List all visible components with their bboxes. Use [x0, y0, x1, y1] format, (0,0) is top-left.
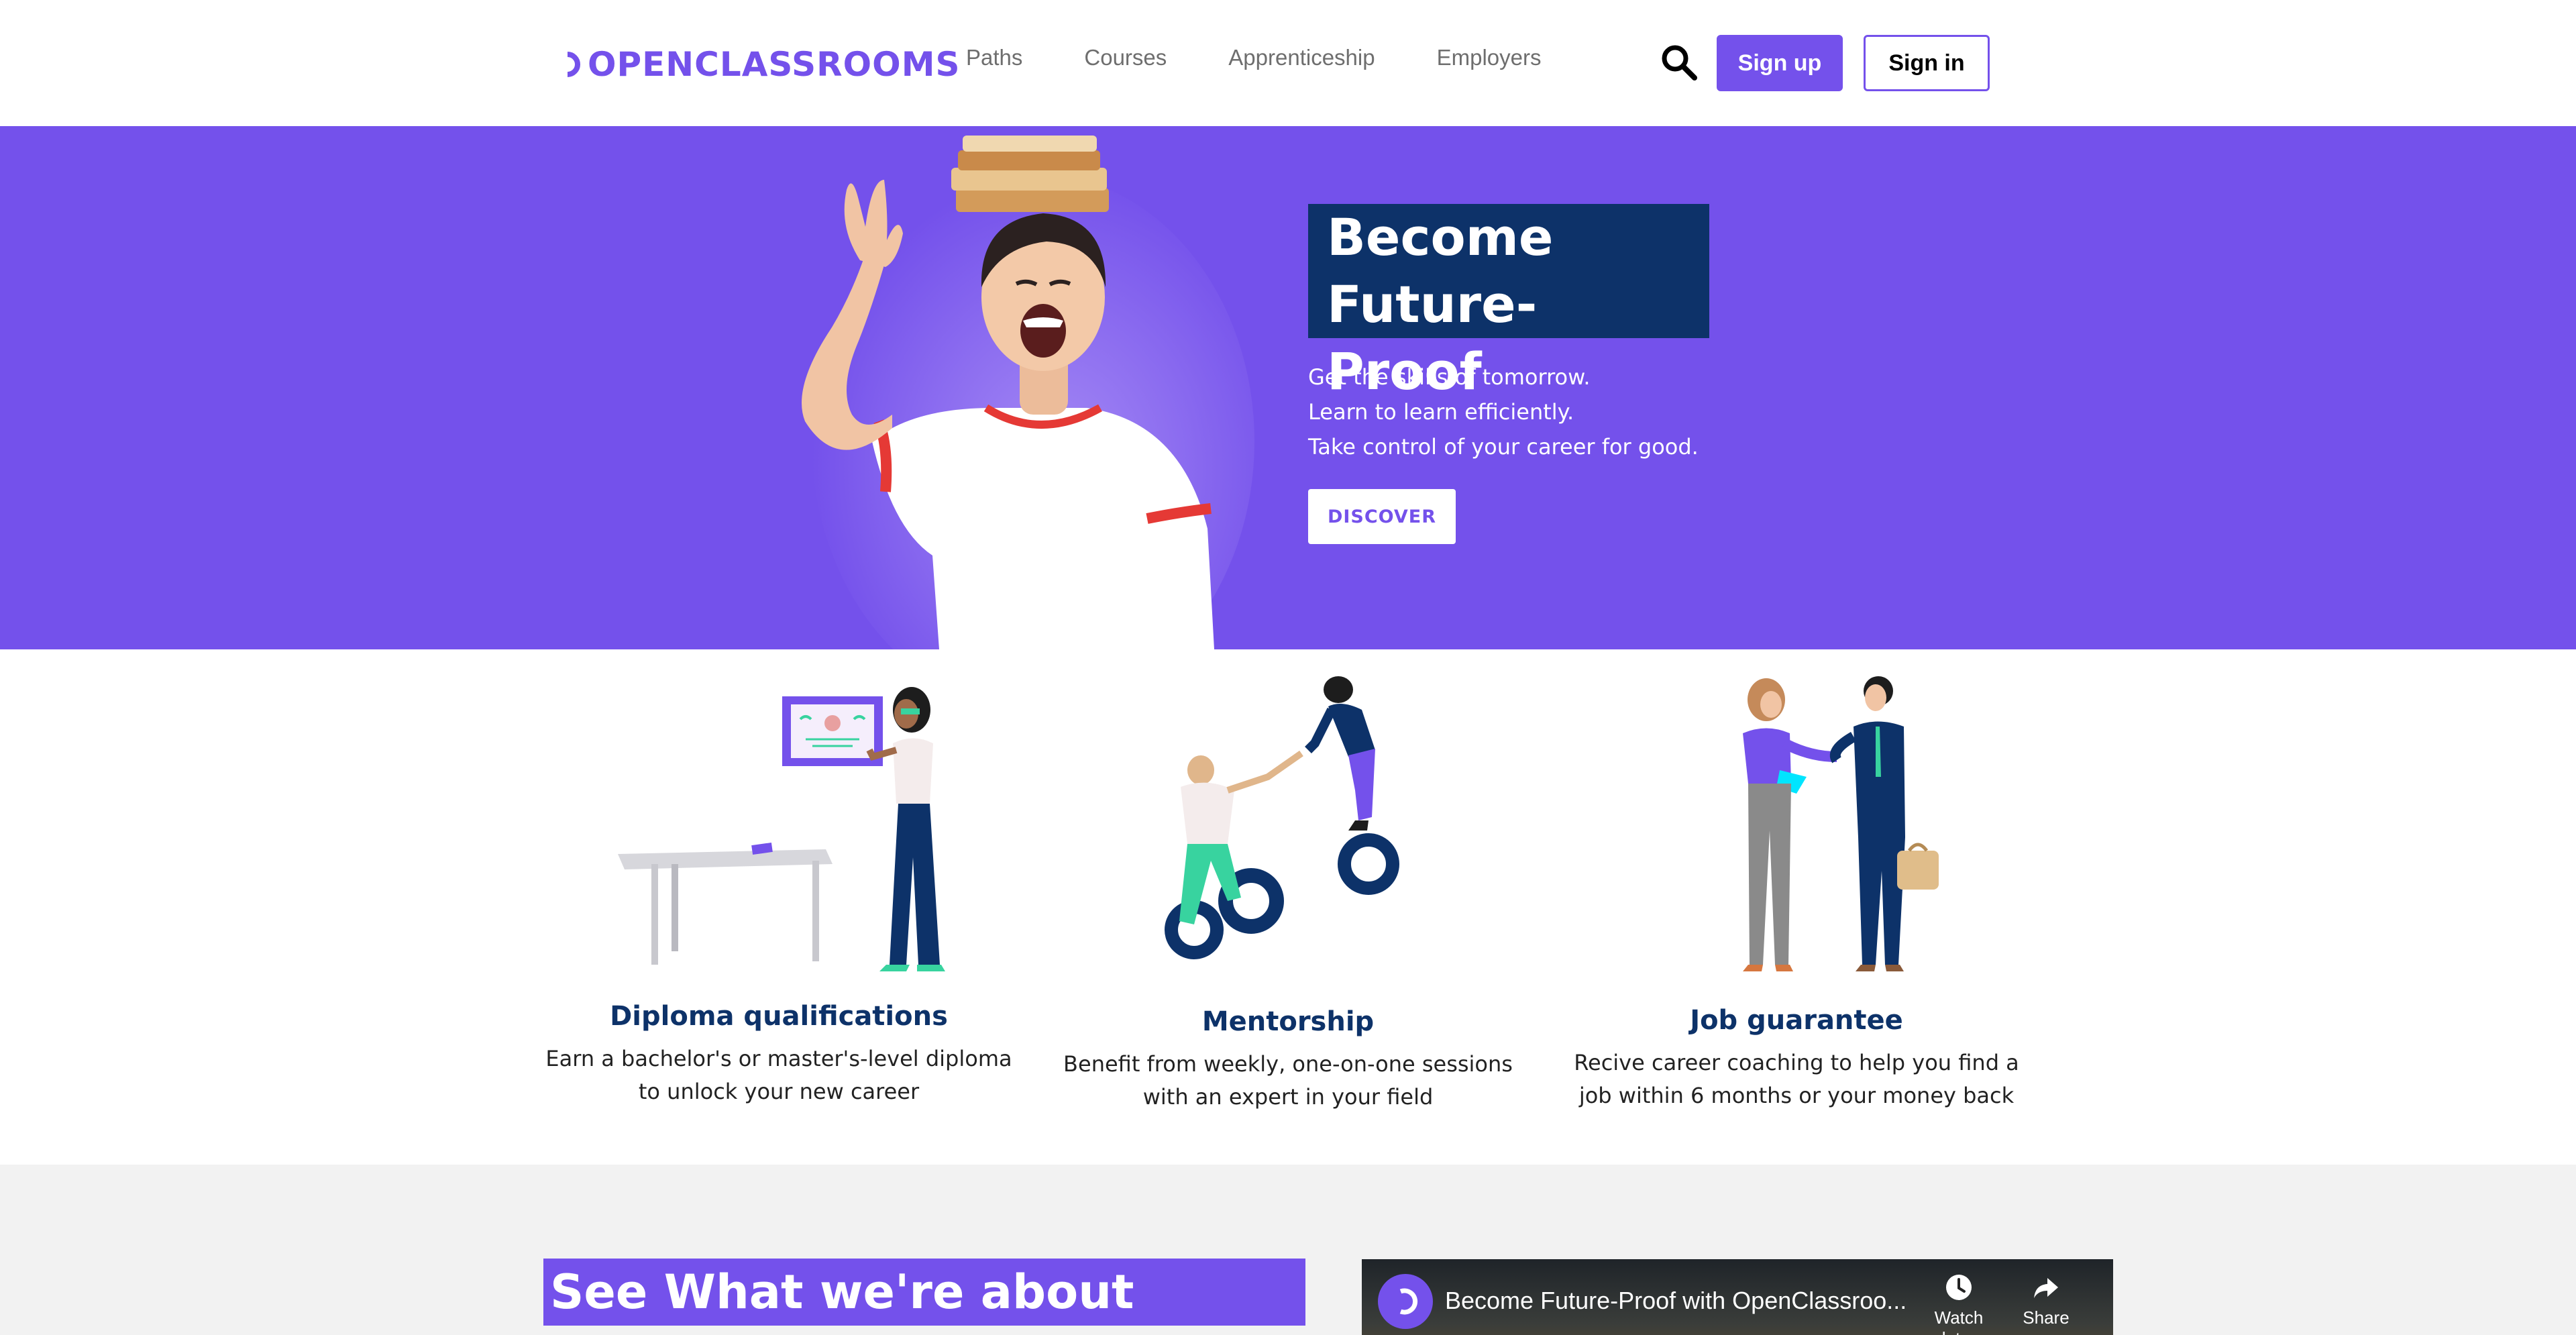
discover-button[interactable]: DISCOVER [1308, 489, 1456, 544]
video-title[interactable]: Become Future-Proof with OpenClassroo... [1445, 1283, 1907, 1318]
hero-line-2: Learn to learn efficiently. [1308, 399, 1574, 425]
main-menu: Paths Courses Apprenticeship Employers [966, 42, 1603, 74]
search-icon [1662, 45, 1697, 81]
share-button[interactable]: Share [2006, 1273, 2086, 1328]
feature-desc-diploma-line-1: Earn a bachelor's or master's-level dipl… [545, 1046, 1012, 1071]
hero-title-box: Become Future-Proof [1308, 204, 1709, 401]
feature-title-job-guarantee: Job guarantee [1690, 1005, 1903, 1036]
feature-diploma: Diploma qualifications Earn a bachelor's… [524, 649, 1034, 1165]
nav-link-courses[interactable]: Courses [1084, 42, 1167, 74]
nav-link-apprenticeship[interactable]: Apprenticeship [1228, 42, 1375, 74]
feature-desc-mentorship-line-2: with an expert in your field [1142, 1084, 1434, 1110]
feature-desc-mentorship-line-1: Benefit from weekly, one-on-one sessions [1063, 1051, 1513, 1077]
about-title: See What we're about [550, 1265, 1134, 1320]
feature-title-diploma: Diploma qualifications [610, 1001, 948, 1032]
watch-later-label: Watch later [1934, 1307, 1984, 1335]
nav-link-employers[interactable]: Employers [1437, 42, 1542, 74]
hero-line-1: Get the skills of tomorrow. [1308, 364, 1591, 390]
job-guarantee-illustration [1743, 676, 1939, 971]
openclassrooms-logo-icon [567, 52, 580, 77]
feature-mentorship: Mentorship Benefit from weekly, one-on-o… [1033, 649, 1543, 1165]
feature-desc-diploma-line-2: to unlock your new career [638, 1079, 920, 1104]
nav-link-paths[interactable]: Paths [966, 42, 1022, 74]
about-title-box: See What we're about [543, 1259, 1305, 1326]
sign-up-button[interactable]: Sign up [1717, 35, 1843, 91]
clock-icon [1946, 1275, 1972, 1300]
channel-avatar[interactable] [1378, 1274, 1433, 1329]
hero-title-line-1: Become [1327, 207, 1554, 267]
hero-line-3: Take control of your career for good. [1308, 434, 1699, 460]
top-navigation: OPENCLASSROOMS Paths Courses Apprentices… [0, 0, 2576, 126]
feature-job-guarantee: Job guarantee Recive career coaching to … [1542, 649, 2051, 1165]
share-icon [2034, 1278, 2058, 1298]
diploma-illustration [618, 687, 945, 971]
mentorship-illustration [1165, 676, 1399, 959]
search-button[interactable] [1660, 43, 1699, 82]
feature-title-mentorship: Mentorship [1201, 1006, 1375, 1037]
feature-desc-job-guarantee-line-2: job within 6 months or your money back [1578, 1083, 2015, 1108]
about-section: See What we're about Become Future-Proof… [0, 1165, 2576, 1335]
sign-in-button[interactable]: Sign in [1864, 35, 1990, 91]
hero-photo-woman-with-books [802, 136, 1254, 649]
video-player[interactable]: Become Future-Proof with OpenClassroo...… [1362, 1259, 2113, 1335]
hero-banner: Become Future-Proof Get the skills of to… [0, 126, 2576, 649]
share-label: Share [2023, 1307, 2070, 1328]
logo-text: OPENCLASSROOMS [588, 45, 961, 84]
openclassrooms-logo[interactable]: OPENCLASSROOMS [565, 44, 960, 85]
openclassrooms-logo-icon [1399, 1288, 1417, 1315]
features-section: Diploma qualifications Earn a bachelor's… [0, 649, 2576, 1165]
watch-later-button[interactable]: Watch later [1919, 1273, 1999, 1335]
feature-desc-job-guarantee-line-1: Recive career coaching to help you find … [1574, 1050, 2019, 1075]
hero-subtitle: Get the skills of tomorrow. Learn to lea… [1308, 360, 1845, 464]
